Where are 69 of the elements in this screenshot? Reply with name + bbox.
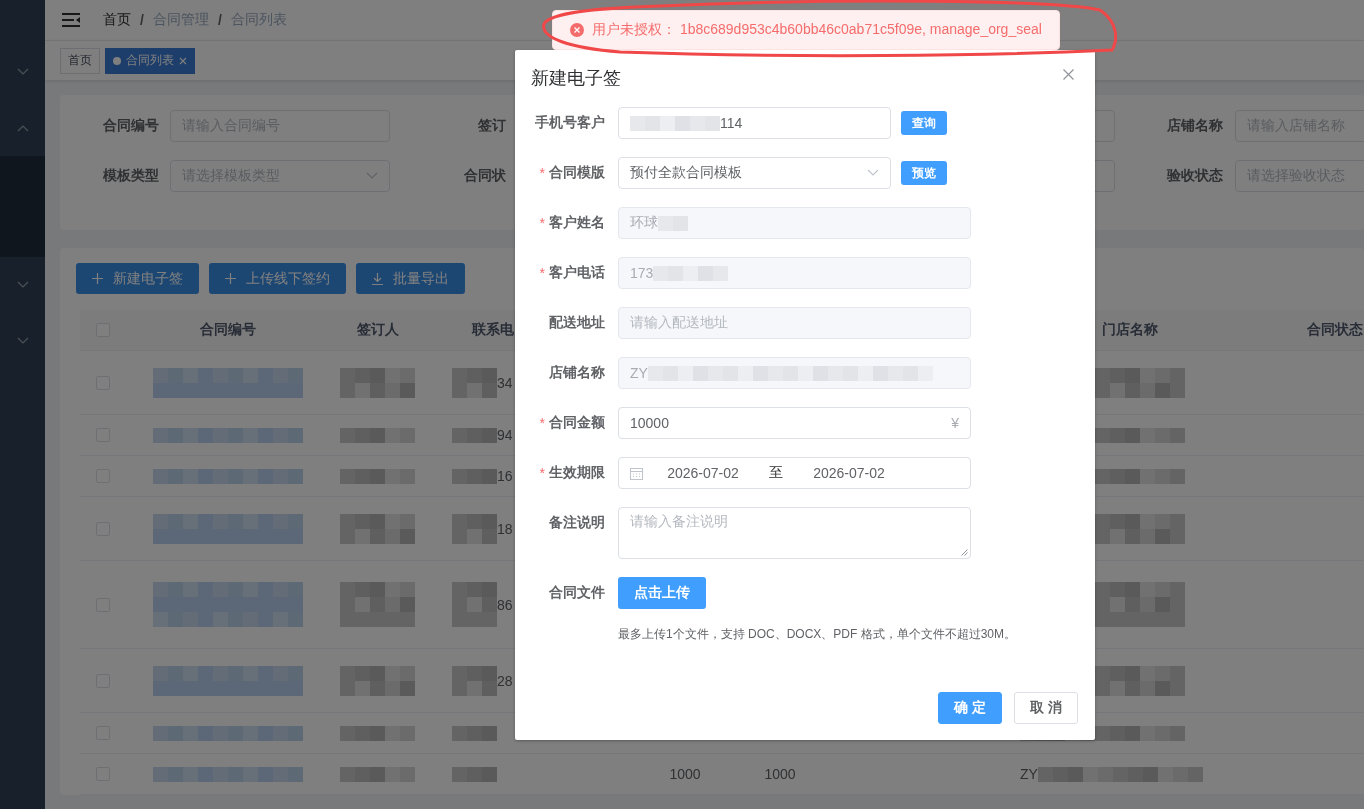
field-label: 模板类型: [102, 167, 160, 185]
resize-grip-icon: [961, 549, 968, 556]
download-icon: [372, 272, 383, 285]
text-area[interactable]: 请输入备注说明: [618, 507, 971, 559]
column-header: 门店名称: [1102, 321, 1158, 339]
select-field[interactable]: 预付全款合同模板: [618, 157, 891, 189]
dialog-title: 新建电子签: [531, 67, 621, 90]
form-label: 合同模版: [549, 164, 605, 182]
form-label: 店铺名称: [549, 364, 605, 382]
column-header: 合同状态: [1307, 321, 1363, 339]
field-label: 合同状: [463, 167, 506, 185]
chevron-down-icon: [867, 169, 879, 177]
date-range-field[interactable]: 2026-07-02 至 2026-07-02: [618, 457, 971, 489]
table-cell: 1000: [764, 766, 796, 782]
input-field[interactable]: 114: [618, 107, 891, 139]
input-field[interactable]: 10000 ¥: [618, 407, 971, 439]
field-label: 店铺名称: [1166, 117, 1224, 135]
form-label: 客户电话: [549, 264, 605, 282]
form-label: 手机号客户: [535, 114, 605, 132]
breadcrumb-separator: /: [217, 12, 222, 28]
table-cell: 34: [497, 374, 513, 391]
column-header: 联系电: [471, 321, 514, 339]
form-label: 生效期限: [549, 464, 605, 482]
chevron-down-icon: [366, 172, 378, 180]
confirm-button[interactable]: 确 定: [938, 692, 1002, 724]
required-mark: *: [539, 415, 545, 431]
field-label: 签订: [477, 117, 506, 135]
field-label: 合同编号: [102, 117, 160, 135]
required-mark: *: [539, 265, 545, 281]
form-label: 合同金额: [549, 414, 605, 432]
close-icon: [179, 56, 187, 65]
form-label: 配送地址: [549, 314, 605, 332]
toolbar-button[interactable]: 上传线下签约: [209, 263, 346, 294]
close-button[interactable]: [1061, 67, 1076, 82]
calendar-icon: [630, 466, 643, 480]
table-cell: 28: [497, 672, 513, 689]
form-label: 备注说明: [549, 514, 605, 532]
page-tab[interactable]: 首页: [60, 47, 100, 74]
breadcrumb-separator: /: [140, 12, 144, 28]
form-label: 合同文件: [549, 584, 605, 602]
cancel-button[interactable]: 取 消: [1014, 692, 1078, 724]
plus-icon: [225, 273, 236, 284]
table-cell: ZY: [1020, 766, 1038, 782]
upload-hint: 最多上传1个文件，支持 DOC、DOCX、PDF 格式，单个文件不超过30M。: [618, 626, 1017, 643]
page-tab[interactable]: 合同列表: [105, 47, 195, 74]
plus-icon: [92, 273, 103, 284]
required-mark: *: [539, 465, 545, 481]
upload-button[interactable]: 点击上传: [618, 577, 706, 609]
table-cell: 18: [497, 520, 513, 537]
required-mark: *: [539, 215, 545, 231]
field-label: 验收状态: [1166, 167, 1224, 185]
column-header: 合同编号: [199, 321, 256, 339]
action-button[interactable]: 预览: [901, 161, 947, 185]
required-mark: *: [539, 165, 545, 181]
status-dot: [113, 56, 121, 65]
breadcrumb-item[interactable]: 首页: [103, 11, 131, 29]
close-icon: [1063, 69, 1074, 80]
table-cell: 86: [497, 596, 513, 613]
menu-icon: [62, 13, 80, 27]
form-label: 客户姓名: [549, 214, 605, 232]
column-header: 签订人: [356, 321, 399, 339]
message-text: 用户未授权： 1b8c689d953c4b60bb46c0ab71c5f09e, manage_org_seal: [592, 21, 1042, 39]
table-cell: 94: [497, 427, 513, 443]
error-icon: [570, 23, 584, 37]
toolbar-button[interactable]: 新建电子签: [76, 263, 199, 294]
table-cell: 16: [497, 468, 513, 484]
action-button[interactable]: 查询: [901, 111, 947, 135]
toolbar-button[interactable]: 批量导出: [356, 263, 465, 294]
table-cell: 1000: [669, 766, 701, 782]
